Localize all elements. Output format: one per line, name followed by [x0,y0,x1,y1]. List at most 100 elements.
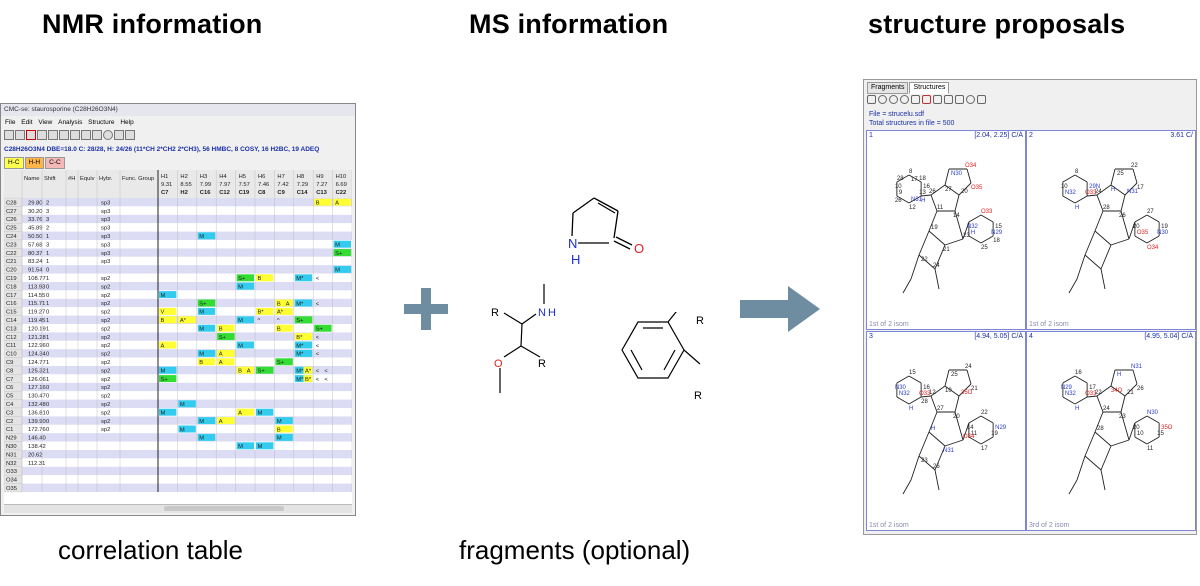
atom-label: 15 [1157,431,1164,437]
row-hybridization: sp3 [101,259,110,265]
correlation-mark: M [199,436,204,442]
menu-view[interactable]: View [38,119,52,126]
h-column-shift: 7.27 [316,182,327,188]
bond [1110,238,1130,246]
correlation-mark: M* [296,377,304,383]
bond [1110,369,1116,387]
atom-color-icon[interactable] [922,95,931,104]
rotate-icon[interactable] [911,95,920,104]
row-name: C28 [6,200,17,206]
menu-help[interactable]: Help [120,119,133,126]
atom-icon[interactable] [70,130,80,140]
table-row [22,282,352,291]
sort-icon[interactable] [37,130,47,140]
row-name: C18 [6,284,17,290]
circle-icon[interactable] [966,95,975,104]
structures-header: structure proposals [868,9,1126,39]
save-icon[interactable] [4,130,14,140]
print-icon[interactable] [867,95,876,104]
atom-label: 22 [1131,163,1138,169]
triangle-icon[interactable] [955,95,964,104]
structure-panel[interactable]: 1 [2.04, 2.25] C/Á 13 12 9 10 8 16 N29 25 H N32 O3… [866,130,1026,330]
table-row [22,231,352,240]
atom-label: N31 [1131,364,1143,370]
zoom-in-icon[interactable] [878,95,887,104]
tab-fragments[interactable]: Fragments [867,82,909,94]
spectrum-icon[interactable] [59,130,69,140]
structure-range: [2.04, 2.25] C/Á [974,132,1023,139]
row-h-count: 1 [46,251,49,257]
atom-label: 18 [919,176,926,182]
tab-h-c[interactable]: H-C [4,157,24,169]
pyrrolinone-fragment: N H O [568,197,644,267]
row-hybridization: sp2 [101,293,110,299]
atom-label: 26 [895,198,902,204]
molecule-drawing: O33HN32N29161715111020N3035O22 34O 212324H… [1061,364,1173,495]
ring-icon[interactable] [92,130,102,140]
h-column-shift: 9.31 [161,182,172,188]
bond [1120,395,1126,413]
row-hybridization: sp3 [101,200,110,206]
scrollbar-thumb[interactable] [164,506,284,511]
bond-icon[interactable] [933,95,942,104]
zoom-fit-icon[interactable] [889,95,898,104]
menu-analysis[interactable]: Analysis [58,119,82,126]
bond [896,396,910,405]
table-row [22,214,352,224]
atom-label: N29 [1061,385,1073,391]
h-column-atom: H2 [180,190,187,196]
atom-label: N32 [1065,391,1077,397]
row-shift: 83.24 [28,259,43,265]
horizontal-scrollbar[interactable] [4,504,352,513]
h-column-name: H1 [161,174,168,180]
hexagon-icon[interactable] [114,130,124,140]
hexagon-icon[interactable] [977,95,986,104]
correlation-mark: M [180,402,185,408]
circle-icon[interactable] [103,130,113,140]
row-h-count: 0 [46,419,49,425]
menu-structure[interactable]: Structure [88,119,114,126]
hydrogen-icon[interactable] [125,130,135,140]
ring-icon[interactable] [944,95,953,104]
structure-panel[interactable]: 2 3.61 C/ O33 H N32 10 8 29N N30 O34 O35 20 27 19 24… [1026,130,1196,330]
tab-structures[interactable]: Structures [909,82,950,94]
zoom-out-icon[interactable] [900,95,909,104]
atom-label: 10 [1061,184,1068,190]
row-hybridization: sp3 [101,209,110,215]
bond [1076,455,1086,481]
structure-panel[interactable]: 3 [4.94, 5.05] C/Á O33 H N32 N30 15 16 19 17 11 1… [866,331,1026,531]
atom-label: 25 [981,245,988,251]
atom-label: 20 [953,414,960,420]
menu-file[interactable]: File [5,119,15,126]
correlation-table[interactable]: Name Shift #H Equiv Hybr. Func. Group H1 9.31 C7… [4,170,352,506]
row-shift: 120.19 [28,326,46,332]
row-name: C13 [6,326,17,332]
bond [966,369,972,385]
correlation-mark: A [247,369,251,375]
filter-icon[interactable] [48,130,58,140]
ms-header: MS information [469,9,669,39]
document-icon[interactable] [81,130,91,140]
row-name: C24 [6,234,17,240]
open-icon[interactable] [15,130,25,140]
row-shift: 30.20 [28,209,43,215]
bond [1110,439,1130,447]
tab-h-h[interactable]: H-H [24,157,45,169]
h-atom-label: H [548,307,556,319]
row-h-count: 1 [46,335,49,341]
row-shift: 122.96 [28,343,46,349]
structure-index: 4 [1029,333,1033,340]
row-hybridization: sp2 [101,318,110,324]
row-hybridization: sp3 [101,242,110,248]
structure-panel[interactable]: 4 [4.95, 5.04] C/Á O33 H N32 N29 16 17 15 11 10 2… [1026,331,1196,531]
tab-c-c[interactable]: C-C [45,157,65,169]
atom-label: 20 [961,189,968,195]
row-shift: 125.32 [28,368,46,374]
tab-bar: Fragments Structures [867,82,950,94]
bond [1146,436,1160,445]
row-shift: 113.93 [28,284,45,290]
delete-icon[interactable] [26,130,36,140]
menu-edit[interactable]: Edit [21,119,32,126]
correlation-mark: A [219,352,223,358]
bond [1074,195,1088,204]
